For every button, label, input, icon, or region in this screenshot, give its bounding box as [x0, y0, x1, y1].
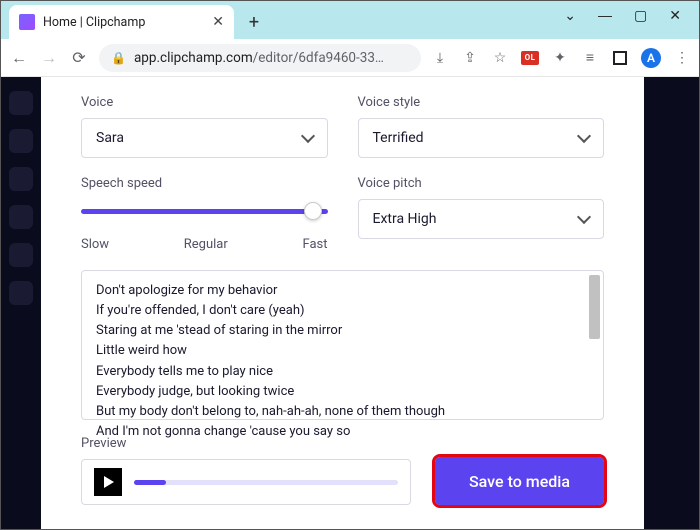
page-viewport: Voice Sara Voice style Terrified Speech …: [1, 77, 699, 529]
voice-select[interactable]: Sara: [81, 118, 328, 158]
play-icon: [104, 476, 114, 488]
chevron-down-icon: [577, 210, 591, 224]
forward-button[interactable]: →: [39, 48, 59, 68]
extensions-puzzle-icon[interactable]: ✦: [551, 49, 569, 67]
progress-fill: [134, 480, 166, 485]
maximize-icon[interactable]: ▢: [634, 7, 647, 24]
slider-thumb[interactable]: [304, 202, 322, 220]
rail-item[interactable]: [9, 205, 33, 229]
script-text: Don't apologize for my behavior If you'r…: [96, 281, 579, 442]
share-icon[interactable]: ⇪: [461, 49, 479, 67]
rail-item[interactable]: [9, 91, 33, 115]
rail-item[interactable]: [9, 129, 33, 153]
audio-preview-player: [81, 459, 411, 505]
clipchamp-favicon: [19, 14, 35, 30]
reading-list-icon[interactable]: ≡: [581, 49, 599, 67]
chevron-down-icon: [300, 129, 314, 143]
lock-icon: 🔒: [111, 51, 126, 65]
voice-value: Sara: [96, 130, 124, 146]
address-bar[interactable]: 🔒 app.clipchamp.com/editor/6dfa9460-33…: [99, 44, 421, 72]
url-path: /editor/6dfa9460-33…: [253, 50, 384, 66]
speech-speed-label: Speech speed: [81, 176, 328, 191]
voice-label: Voice: [81, 95, 328, 110]
extension-ol-icon[interactable]: OL: [521, 51, 539, 65]
speed-regular-label: Regular: [184, 237, 228, 252]
close-tab-icon[interactable]: ✕: [212, 14, 224, 30]
rail-item[interactable]: [9, 281, 33, 305]
textarea-scrollbar[interactable]: [587, 275, 601, 415]
play-button[interactable]: [94, 468, 122, 496]
back-button[interactable]: ←: [9, 48, 29, 68]
progress-track[interactable]: [134, 480, 398, 485]
new-tab-button[interactable]: +: [240, 8, 268, 36]
url-host: app.clipchamp.com: [134, 50, 253, 66]
chevron-down-icon: [577, 129, 591, 143]
browser-toolbar: ← → ⟳ 🔒 app.clipchamp.com/editor/6dfa946…: [1, 39, 699, 77]
close-window-icon[interactable]: ✕: [669, 7, 681, 24]
tts-settings-panel: Voice Sara Voice style Terrified Speech …: [41, 77, 644, 529]
voice-style-select[interactable]: Terrified: [358, 118, 605, 158]
minimize-icon[interactable]: —: [598, 7, 612, 24]
install-app-icon[interactable]: ⤓: [431, 49, 449, 67]
voice-pitch-select[interactable]: Extra High: [358, 199, 605, 239]
voice-style-label: Voice style: [358, 95, 605, 110]
app-right-gutter: [644, 77, 699, 529]
bookmark-star-icon[interactable]: ☆: [491, 49, 509, 67]
rail-item[interactable]: [9, 243, 33, 267]
window-controls: ⌄ — ▢ ✕: [564, 7, 699, 34]
profile-avatar[interactable]: A: [641, 48, 661, 68]
scrollbar-thumb[interactable]: [589, 275, 600, 339]
speech-speed-slider[interactable]: [81, 199, 328, 223]
tab-title: Home | Clipchamp: [43, 15, 204, 30]
save-to-media-button[interactable]: Save to media: [435, 457, 604, 505]
voice-style-value: Terrified: [373, 130, 424, 146]
app-left-rail: [1, 77, 41, 529]
speed-fast-label: Fast: [302, 237, 327, 252]
reload-button[interactable]: ⟳: [69, 48, 89, 67]
rail-item[interactable]: [9, 167, 33, 191]
voice-pitch-value: Extra High: [373, 211, 437, 227]
script-textarea[interactable]: Don't apologize for my behavior If you'r…: [81, 270, 604, 420]
kebab-menu-icon[interactable]: ⋮: [673, 49, 691, 67]
chevron-down-icon[interactable]: ⌄: [564, 7, 576, 24]
browser-tab[interactable]: Home | Clipchamp ✕: [9, 5, 234, 39]
extension-square-icon[interactable]: [611, 49, 629, 67]
voice-pitch-label: Voice pitch: [358, 176, 605, 191]
speed-slow-label: Slow: [81, 237, 109, 252]
window-titlebar: Home | Clipchamp ✕ + ⌄ — ▢ ✕: [1, 1, 699, 39]
